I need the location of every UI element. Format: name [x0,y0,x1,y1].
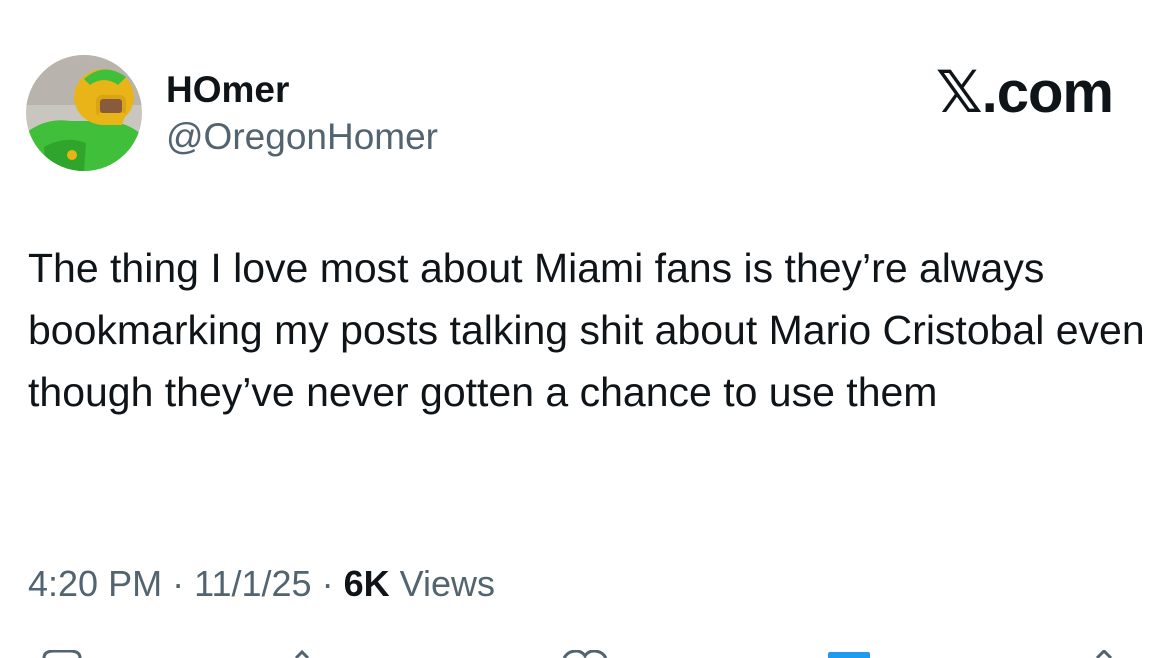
post-text: The thing I love most about Miami fans i… [28,245,1145,415]
repost-button[interactable] [292,650,312,658]
share-icon [1095,650,1113,658]
x-logo: 𝕏.com [935,60,1114,125]
like-icon [562,650,608,658]
avatar[interactable] [26,55,142,171]
views-label[interactable]: Views [400,563,495,604]
bookmark-button[interactable] [826,650,872,658]
avatar-image [26,55,142,171]
post-time[interactable]: 4:20 PM [28,563,162,604]
share-button[interactable] [1092,650,1116,658]
author-handle[interactable]: @OregonHomer [166,115,438,159]
reply-icon [42,650,82,658]
post-meta: 4:20 PM · 11/1/25 · 6K Views [28,562,495,606]
like-button[interactable] [560,650,610,658]
meta-separator: · [321,563,334,604]
bookmark-icon [828,652,870,658]
reply-button[interactable] [40,650,84,658]
views-count[interactable]: 6K [344,563,390,604]
author-display-name[interactable]: HOmer [166,68,289,112]
repost-icon [294,650,310,658]
meta-separator: · [172,563,185,604]
post-date[interactable]: 11/1/25 [194,563,311,604]
